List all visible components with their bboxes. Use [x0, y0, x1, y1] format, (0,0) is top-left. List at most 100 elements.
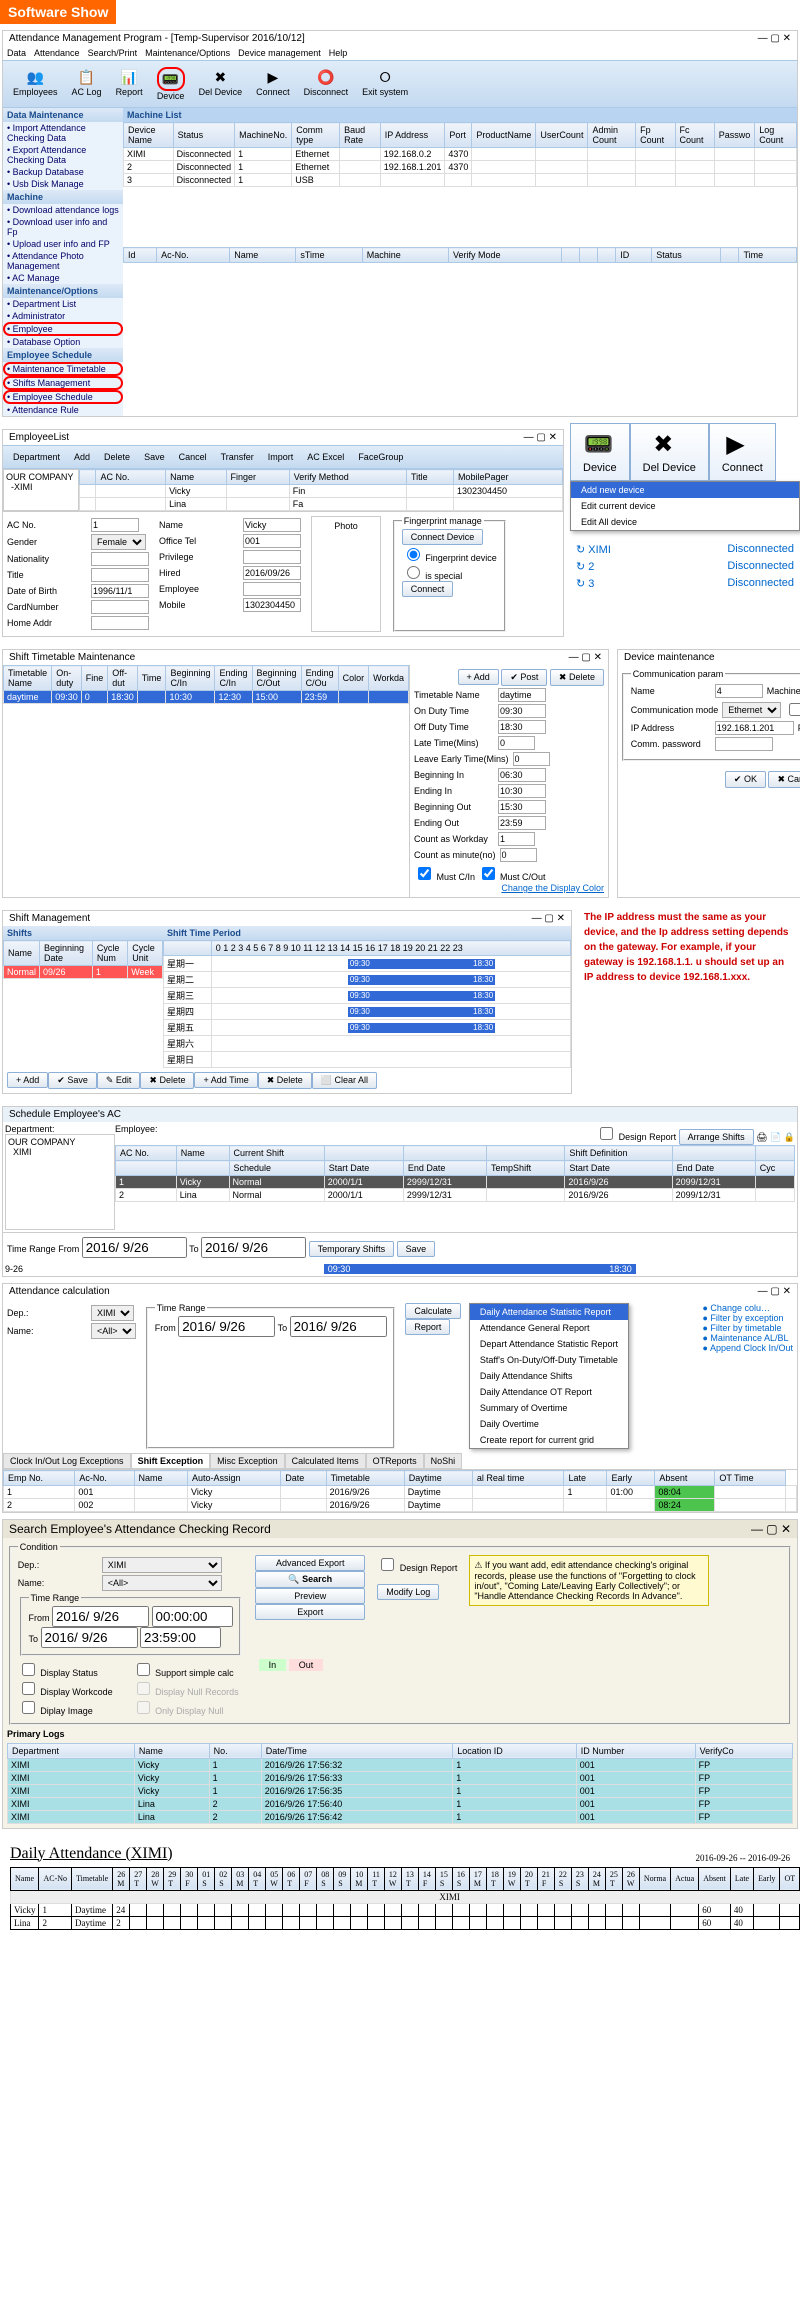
- del device-icon: ✖: [210, 67, 230, 87]
- shift-period-grid: 0 1 2 3 4 5 6 7 8 9 10 11 12 13 14 15 16…: [163, 940, 571, 1068]
- big-del device[interactable]: ✖Del Device: [630, 423, 709, 481]
- emp-list-title: EmployeeList: [9, 432, 69, 443]
- main-window: Attendance Management Program - [Temp-Su…: [2, 30, 798, 417]
- calc-window: Attendance calculation— ▢ ✕ Dep.:XIMI Na…: [2, 1283, 798, 1513]
- device-zoom: 📟Device✖Del Device▶Connect Add new devic…: [570, 423, 800, 643]
- daily-report: Daily Attendance (XIMI) 2016-09-26 -- 20…: [0, 1835, 800, 1940]
- tree-item[interactable]: • Database Option: [3, 336, 123, 348]
- tree-item[interactable]: • Upload user info and FP: [3, 238, 123, 250]
- connect-device-btn[interactable]: Connect Device: [402, 529, 484, 545]
- cancel-btn[interactable]: ✖ Cancel: [768, 771, 800, 788]
- tree-item[interactable]: • Download user info and Fp: [3, 216, 123, 238]
- main-panel: Machine List Device NameStatusMachineNo.…: [123, 108, 797, 416]
- ip-note: The IP address must the same as your dev…: [578, 904, 800, 1100]
- dept-tree[interactable]: OUR COMPANY XIMI: [5, 1134, 115, 1230]
- modify-log-btn[interactable]: Modify Log: [377, 1584, 439, 1600]
- calculate-btn[interactable]: Calculate: [405, 1303, 461, 1319]
- tb-employees[interactable]: 👥Employees: [7, 65, 64, 103]
- menu-attendance[interactable]: Attendance: [34, 48, 80, 58]
- panel-maint-opt: Maintenance/Options: [3, 284, 123, 298]
- disconnect-icon: ⭕: [316, 67, 336, 87]
- sidebar: Data Maintenance • Import Attendance Che…: [3, 108, 123, 416]
- menu-maintenance/options[interactable]: Maintenance/Options: [145, 48, 230, 58]
- sched-ac-window: Schedule Employee's AC Department: OUR C…: [2, 1106, 798, 1277]
- adv-export-btn[interactable]: Advanced Export: [255, 1555, 365, 1571]
- preview-btn[interactable]: Preview: [255, 1588, 365, 1604]
- tree-item[interactable]: • AC Manage: [3, 272, 123, 284]
- tb-del device[interactable]: ✖Del Device: [193, 65, 249, 103]
- ac-input[interactable]: [91, 518, 139, 532]
- panel-machine: Machine: [3, 190, 123, 204]
- tt-post[interactable]: ✔ Post: [501, 669, 547, 686]
- tb-device[interactable]: 📟Device: [151, 65, 191, 103]
- timetable-window: Shift Timetable Maintenance— ▢ ✕ Timetab…: [2, 649, 609, 898]
- tt-del[interactable]: ✖ Delete: [550, 669, 604, 686]
- ac log-icon: 📋: [77, 67, 97, 87]
- ok-btn[interactable]: ✔ OK: [725, 771, 766, 788]
- detail-table: IdAc-No.NamesTimeMachineVerify ModeIDSta…: [123, 247, 797, 263]
- machine-list-table: Device NameStatusMachineNo.Comm typeBaud…: [123, 122, 797, 187]
- tree-item[interactable]: • Import Attendance Checking Data: [3, 122, 123, 144]
- edit-device-item[interactable]: Edit current device: [571, 498, 799, 514]
- sched-save-btn[interactable]: Save: [397, 1241, 436, 1257]
- exit system-icon: ⭘: [375, 67, 395, 87]
- panel-emp-sched: Employee Schedule: [3, 348, 123, 362]
- calc-table: Emp No.Ac-No.NameAuto-AssignDateTimetabl…: [3, 1470, 797, 1512]
- tb-ac log[interactable]: 📋AC Log: [66, 65, 108, 103]
- app-title: Attendance Management Program - [Temp-Su…: [9, 33, 305, 44]
- tree-item[interactable]: • Attendance Rule: [3, 404, 123, 416]
- tt-add[interactable]: + Add: [458, 669, 499, 685]
- tb-disconnect[interactable]: ⭕Disconnect: [298, 65, 355, 103]
- employees-icon: 👥: [25, 67, 45, 87]
- menu-data[interactable]: Data: [7, 48, 26, 58]
- menu-search/print[interactable]: Search/Print: [88, 48, 138, 58]
- company-tree[interactable]: OUR COMPANY -XIMI: [3, 469, 79, 511]
- sched-table: AC No.NameCurrent ShiftShift DefinitionS…: [115, 1145, 795, 1202]
- tree-item[interactable]: • Backup Database: [3, 166, 123, 178]
- export-btn[interactable]: Export: [255, 1604, 365, 1620]
- tree-item[interactable]: • Export Attendance Checking Data: [3, 144, 123, 166]
- tb-connect[interactable]: ▶Connect: [250, 65, 296, 103]
- daily-table: NameAC-NoTimetable26 M27 T28 W29 T30 F01…: [10, 1867, 800, 1930]
- tree-item[interactable]: • Department List: [3, 298, 123, 310]
- panel-data-maint: Data Maintenance: [3, 108, 123, 122]
- machine-list-header: Machine List: [123, 108, 797, 122]
- emp-list-table: AC No.NameFingerVerify MethodTitleMobile…: [79, 469, 563, 511]
- toolbar: 👥Employees📋AC Log📊Report📟Device✖Del Devi…: [3, 60, 797, 108]
- connect-btn[interactable]: Connect: [402, 581, 454, 597]
- menu-device management[interactable]: Device management: [238, 48, 321, 58]
- big-device[interactable]: 📟Device: [570, 423, 630, 481]
- window-controls[interactable]: — ▢ ✕: [758, 33, 791, 44]
- big-connect[interactable]: ▶Connect: [709, 423, 776, 481]
- shift-mgmt-window: Shift Management— ▢ ✕ Shifts NameBeginni…: [2, 910, 572, 1094]
- title-bar: Attendance Management Program - [Temp-Su…: [3, 31, 797, 46]
- tree-item[interactable]: • Download attendance logs: [3, 204, 123, 216]
- tree-item[interactable]: • Employee: [3, 322, 123, 336]
- tree-item[interactable]: • Maintenance Timetable: [3, 362, 123, 376]
- tree-item[interactable]: • Usb Disk Manage: [3, 178, 123, 190]
- tb-report[interactable]: 📊Report: [110, 65, 149, 103]
- device-icon: 📟: [157, 67, 185, 91]
- tb-exit system[interactable]: ⭘Exit system: [356, 65, 414, 103]
- report-icon: 📊: [119, 67, 139, 87]
- device-dropdown: Add new device Edit current device Edit …: [570, 481, 800, 531]
- gender-select[interactable]: Female: [91, 534, 146, 550]
- change-color-link[interactable]: Change the Display Color: [414, 883, 604, 893]
- edit-all-item[interactable]: Edit All device: [571, 514, 799, 530]
- tree-item[interactable]: • Shifts Management: [3, 376, 123, 390]
- report-menu: Daily Attendance Statistic ReportAttenda…: [469, 1303, 629, 1449]
- search-btn[interactable]: 🔍 Search: [255, 1571, 365, 1588]
- search-window: Search Employee's Attendance Checking Re…: [2, 1519, 798, 1829]
- logs-table: DepartmentNameNo.Date/TimeLocation IDID …: [7, 1743, 793, 1824]
- tree-item[interactable]: • Administrator: [3, 310, 123, 322]
- temp-shifts-btn[interactable]: Temporary Shifts: [309, 1241, 395, 1257]
- add-device-item[interactable]: Add new device: [571, 482, 799, 498]
- report-btn[interactable]: Report: [405, 1319, 450, 1335]
- arrange-btn[interactable]: Arrange Shifts: [679, 1129, 754, 1145]
- photo-box: Photo: [311, 516, 381, 632]
- tree-item[interactable]: • Attendance Photo Management: [3, 250, 123, 272]
- device-maint-window: Device maintenance✕ Communication param …: [617, 649, 800, 898]
- menu-help[interactable]: Help: [329, 48, 348, 58]
- tree-item[interactable]: • Employee Schedule: [3, 390, 123, 404]
- doc-header: Software Show: [0, 0, 116, 24]
